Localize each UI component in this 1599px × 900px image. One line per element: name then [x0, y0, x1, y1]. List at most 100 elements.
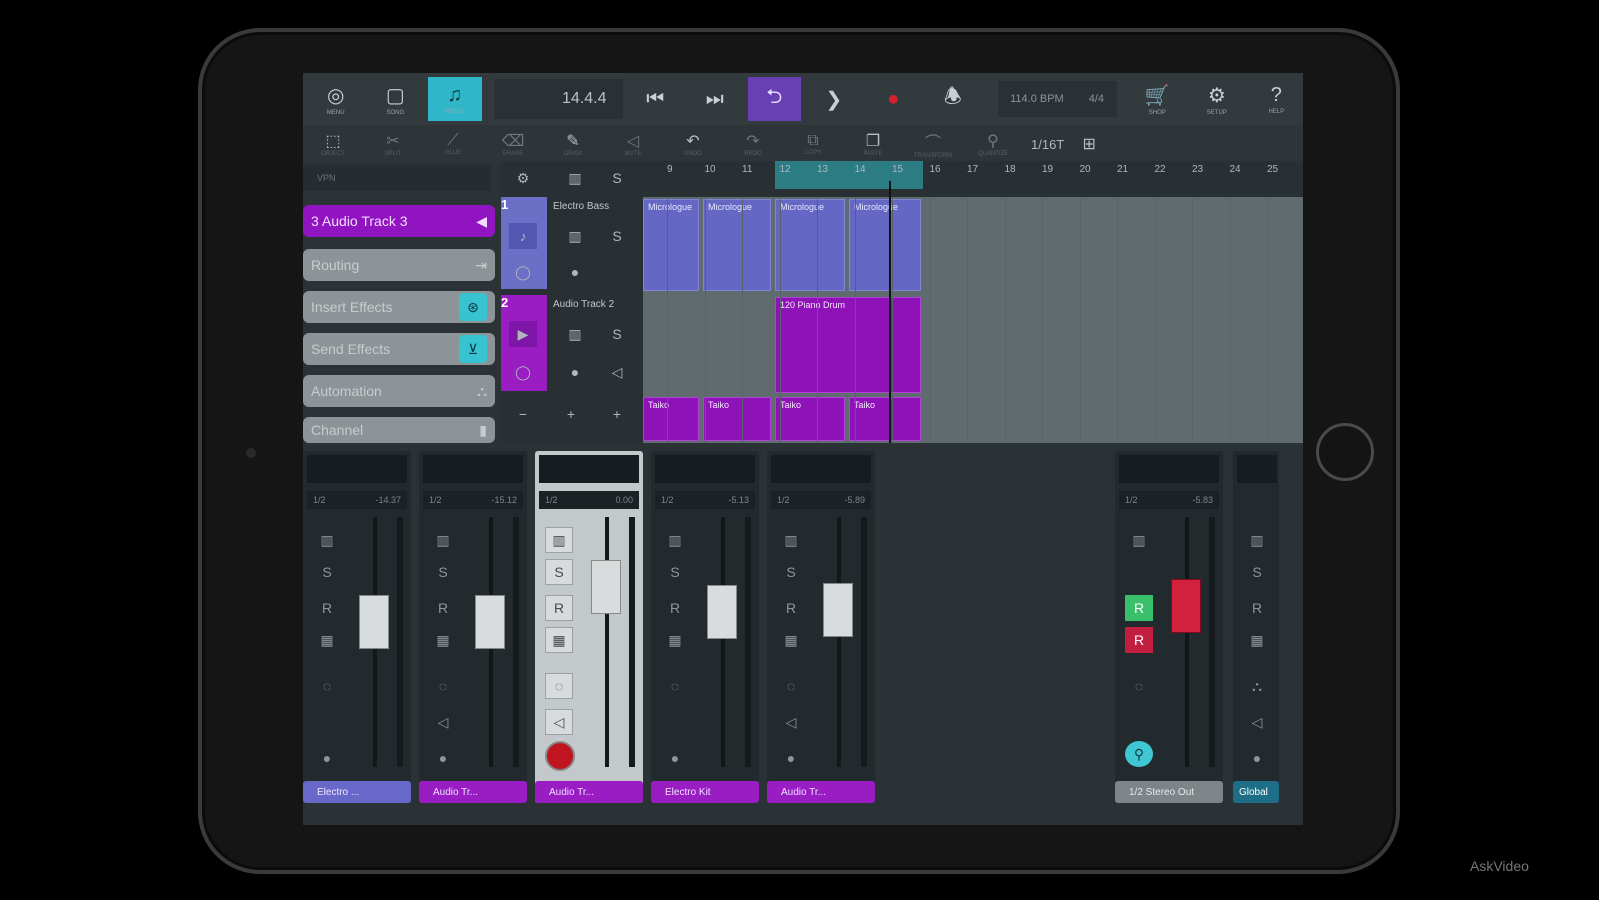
- object-tool[interactable]: ⬚ OBJECT: [303, 131, 363, 157]
- record-button[interactable]: ●: [867, 77, 921, 121]
- channel-button[interactable]: S: [661, 559, 689, 585]
- input-output-box[interactable]: [307, 455, 407, 483]
- arrange-view[interactable]: 9 10 11 12 13 14 15 16 17 18 19 20 21 22 23 24 25 Microl…: [643, 161, 1303, 443]
- add-track-icon[interactable]: +: [557, 401, 585, 427]
- channel-button[interactable]: Channel ▮: [303, 417, 495, 443]
- redo-button[interactable]: ↷ REDO: [723, 131, 783, 157]
- channel-button[interactable]: S: [777, 559, 805, 585]
- mute-all-icon[interactable]: ▥: [561, 165, 589, 191]
- playhead[interactable]: [889, 181, 891, 443]
- audio-clip[interactable]: Taiko: [775, 397, 845, 441]
- volume-fader[interactable]: [591, 560, 621, 614]
- quantize-button[interactable]: ⚲ QUANTIZE: [963, 131, 1023, 157]
- metronome-button[interactable]: 🕭: [926, 77, 980, 121]
- channel-button[interactable]: S: [545, 559, 573, 585]
- media-button[interactable]: ♫ MEDIA: [428, 77, 482, 121]
- erase-tool[interactable]: ⌫ ERASE: [483, 131, 543, 157]
- track-1-mute-icon[interactable]: ▥: [561, 223, 589, 249]
- timeline-ruler[interactable]: 9 10 11 12 13 14 15 16 17 18 19 20 21 22 23 24 25: [643, 161, 1303, 197]
- track-1-monitor-icon[interactable]: ◯: [509, 259, 537, 285]
- selected-track-header[interactable]: 3 Audio Track 3 ◀: [303, 205, 495, 237]
- channel-button[interactable]: R: [313, 595, 341, 621]
- menu-button[interactable]: ◎ MENU: [309, 77, 363, 121]
- shop-button[interactable]: 🛒 SHOP: [1131, 77, 1185, 121]
- track-1-record-icon[interactable]: ●: [561, 259, 589, 285]
- channel-button[interactable]: S: [313, 559, 341, 585]
- channel-button[interactable]: ◌: [429, 673, 457, 699]
- glue-tool[interactable]: ⟋ GLUE: [423, 132, 483, 156]
- master-fader[interactable]: [1171, 579, 1201, 633]
- audio-clip[interactable]: 120 Piano Drum: [775, 297, 921, 393]
- draw-tool[interactable]: ✎ DRAW: [543, 131, 603, 157]
- volume-fader[interactable]: [823, 582, 853, 637]
- channel-name[interactable]: Audio Tr...: [419, 781, 527, 803]
- input-output-box[interactable]: [423, 455, 523, 483]
- channel-button[interactable]: ◁: [429, 709, 457, 735]
- channel-button[interactable]: ◌: [661, 673, 689, 699]
- master-read-button[interactable]: R: [1125, 595, 1153, 621]
- channel-button[interactable]: ●: [313, 745, 341, 771]
- split-tool[interactable]: ✂ SPLIT: [363, 131, 423, 157]
- song-button[interactable]: ▢ SONG: [369, 77, 423, 121]
- input-output-box[interactable]: [655, 455, 755, 483]
- channel-button[interactable]: ●: [429, 745, 457, 771]
- insert-effects-button[interactable]: Insert Effects ⊛: [303, 291, 495, 323]
- setup-button[interactable]: ⚙ SETUP: [1190, 77, 1244, 121]
- track-2-monitor-icon[interactable]: ◯: [509, 359, 537, 385]
- audio-clip[interactable]: Taiko: [849, 397, 921, 441]
- channel-name[interactable]: Electro Kit: [651, 781, 759, 803]
- track-2-mute-icon[interactable]: ▥: [561, 321, 589, 347]
- channel-button[interactable]: ◁: [777, 709, 805, 735]
- fader-track[interactable]: [721, 517, 725, 767]
- channel-button[interactable]: ●: [777, 745, 805, 771]
- undo-button[interactable]: ↶ UNDO: [663, 131, 723, 157]
- audio-clip[interactable]: Micrologue: [775, 199, 845, 291]
- track-2-solo-icon[interactable]: S: [603, 321, 631, 347]
- channel-button[interactable]: ▦: [313, 627, 341, 653]
- channel-button[interactable]: ▦: [777, 627, 805, 653]
- master-write-button[interactable]: R: [1125, 627, 1153, 653]
- play-button[interactable]: ❯: [807, 77, 861, 121]
- fader-track[interactable]: [837, 517, 841, 767]
- global-mute-icon[interactable]: ▥: [1243, 527, 1271, 553]
- paste-button[interactable]: ❐ PASTE: [843, 131, 903, 157]
- remove-track-icon[interactable]: −: [509, 401, 537, 427]
- channel-name[interactable]: Audio Tr...: [767, 781, 875, 803]
- grid-button[interactable]: ⊞: [1064, 134, 1114, 154]
- fader-track[interactable]: [605, 517, 609, 767]
- channel-button[interactable]: R: [545, 595, 573, 621]
- track-2-record-icon[interactable]: ●: [561, 359, 589, 385]
- automation-button[interactable]: Automation ⛬: [303, 375, 495, 407]
- audio-clip[interactable]: Micrologue: [849, 199, 921, 291]
- global-solo-icon[interactable]: S: [1243, 559, 1271, 585]
- to-end-button[interactable]: ⏭: [688, 77, 742, 121]
- send-effects-button[interactable]: Send Effects ⊻: [303, 333, 495, 365]
- channel-button[interactable]: R: [661, 595, 689, 621]
- track-1-instrument-icon[interactable]: ♪: [509, 223, 537, 249]
- solo-all-icon[interactable]: S: [603, 165, 631, 191]
- master-listen-icon[interactable]: ⚲: [1125, 741, 1153, 767]
- channel-button[interactable]: ▥: [661, 527, 689, 553]
- volume-fader[interactable]: [475, 595, 505, 649]
- to-start-button[interactable]: ⏮: [629, 77, 683, 121]
- quantize-value[interactable]: 1/16T: [1031, 137, 1064, 152]
- global-write-icon[interactable]: ▦: [1243, 627, 1271, 653]
- track-2-play-icon[interactable]: ▶: [509, 321, 537, 347]
- help-button[interactable]: ? HELP: [1250, 77, 1303, 121]
- home-button[interactable]: [1316, 423, 1374, 481]
- channel-button[interactable]: ▥: [545, 527, 573, 553]
- search-input[interactable]: VPN: [303, 165, 491, 191]
- global-dot-icon[interactable]: ●: [1243, 745, 1271, 771]
- track-1-solo-icon[interactable]: S: [603, 223, 631, 249]
- channel-name[interactable]: Audio Tr...: [535, 781, 643, 803]
- input-output-box[interactable]: [539, 455, 639, 483]
- global-io[interactable]: [1237, 455, 1277, 483]
- transform-button[interactable]: ⌒ TRANSFORM: [903, 129, 963, 159]
- channel-button[interactable]: R: [429, 595, 457, 621]
- track-settings-icon[interactable]: ⚙: [509, 165, 537, 191]
- master-io[interactable]: [1119, 455, 1219, 483]
- track-2-speaker-icon[interactable]: ◁: [603, 359, 631, 385]
- volume-fader[interactable]: [359, 595, 389, 649]
- audio-clip[interactable]: Micrologue: [643, 199, 699, 291]
- copy-button[interactable]: ⧉ COPY: [783, 132, 843, 156]
